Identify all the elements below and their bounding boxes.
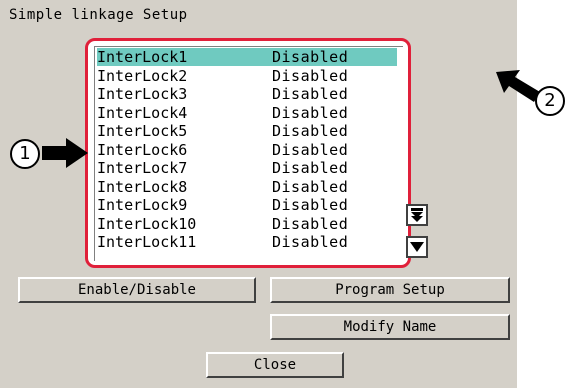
interlock-status: Disabled	[272, 140, 349, 159]
callout-1: 1	[10, 139, 40, 169]
list-item[interactable]: InterLock1 Disabled	[97, 48, 397, 66]
list-item[interactable]: InterLock10 Disabled	[97, 215, 397, 233]
interlock-status: Disabled	[272, 85, 349, 103]
modify-name-button[interactable]: Modify Name	[270, 314, 510, 340]
list-item[interactable]: InterLock3 Disabled	[97, 85, 397, 103]
list-item[interactable]: InterLock8 Disabled	[97, 178, 397, 196]
interlock-name: InterLock2	[97, 66, 188, 85]
interlock-name: InterLock9	[97, 196, 188, 214]
list-item[interactable]: InterLock6 Disabled	[97, 141, 397, 159]
interlock-status: Disabled	[272, 66, 349, 85]
interlock-list[interactable]: InterLock1 Disabled InterLock2 Disabled Inte…	[94, 46, 403, 261]
interlock-name: InterLock1	[97, 48, 188, 66]
enable-disable-button[interactable]: Enable/Disable	[18, 277, 256, 303]
dialog-panel: Simple linkage Setup InterLock1 Disabled I…	[0, 0, 517, 388]
list-item[interactable]: InterLock2 Disabled	[97, 67, 397, 85]
interlock-status: Disabled	[272, 122, 349, 140]
interlock-status: Disabled	[272, 159, 349, 177]
dialog-title: Simple linkage Setup	[9, 7, 188, 23]
interlock-name: InterLock4	[97, 103, 188, 122]
interlock-name: InterLock11	[97, 233, 197, 251]
interlock-status: Disabled	[272, 233, 349, 251]
chevron-down-icon	[410, 242, 424, 252]
interlock-name: InterLock6	[97, 140, 188, 159]
interlock-name: InterLock7	[97, 159, 188, 177]
double-chevron-down-icon	[411, 208, 423, 222]
scroll-page-down-button[interactable]	[406, 204, 428, 226]
close-button[interactable]: Close	[206, 352, 344, 378]
scroll-down-button[interactable]	[406, 236, 428, 258]
interlock-name: InterLock5	[97, 122, 188, 140]
interlock-status: Disabled	[272, 196, 349, 214]
list-item[interactable]: InterLock7 Disabled	[97, 159, 397, 177]
list-item[interactable]: InterLock5 Disabled	[97, 122, 397, 140]
arrow-icon	[42, 138, 88, 168]
interlock-status: Disabled	[272, 48, 349, 66]
interlock-name: InterLock8	[97, 177, 188, 196]
list-item[interactable]: InterLock4 Disabled	[97, 104, 397, 122]
list-item[interactable]: InterLock9 Disabled	[97, 196, 397, 214]
program-setup-button[interactable]: Program Setup	[270, 277, 510, 303]
interlock-status: Disabled	[272, 177, 349, 196]
interlock-status: Disabled	[272, 103, 349, 122]
callout-2: 2	[535, 86, 565, 116]
interlock-name: InterLock3	[97, 85, 188, 103]
interlock-name: InterLock10	[97, 214, 197, 233]
list-item[interactable]: InterLock11 Disabled	[97, 233, 397, 251]
interlock-status: Disabled	[272, 214, 349, 233]
